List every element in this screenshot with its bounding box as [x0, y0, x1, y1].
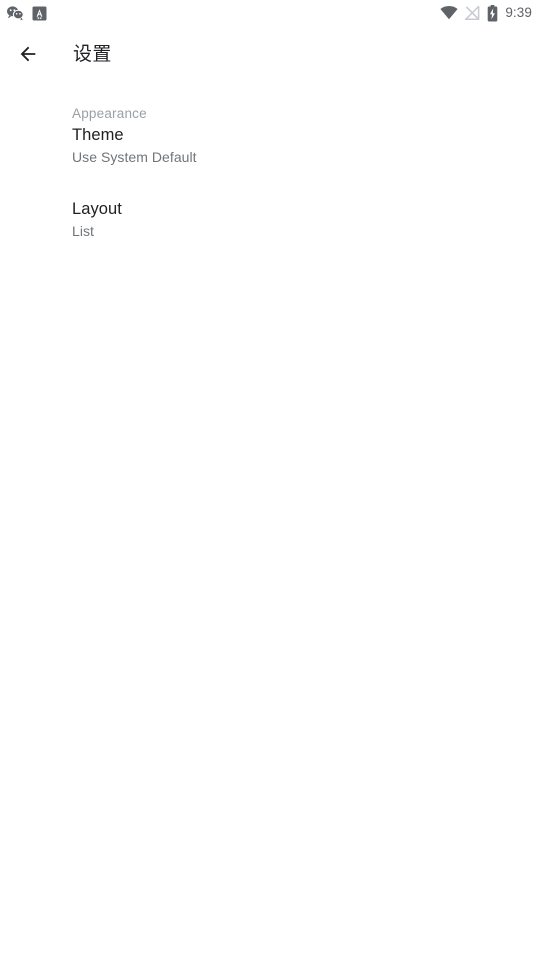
section-header-appearance: Appearance: [72, 106, 147, 121]
status-bar-system-icons: 9:39: [440, 0, 532, 26]
pref-item-theme[interactable]: Theme Use System Default: [0, 124, 540, 167]
app-bar: 设置: [0, 26, 540, 82]
wechat-bubbles-icon: [6, 5, 24, 21]
battery-charging-icon: [487, 4, 498, 22]
app-letter-a-icon: [32, 6, 47, 21]
settings-list: Appearance Theme Use System Default Layo…: [0, 82, 540, 241]
status-bar-clock: 9:39: [505, 5, 532, 20]
pref-summary-layout: List: [72, 223, 94, 239]
status-bar-notifications: [6, 5, 47, 21]
status-bar: 9:39: [0, 0, 540, 26]
arrow-back-icon: [17, 43, 39, 65]
wifi-icon: [440, 6, 458, 20]
pref-title-theme: Theme: [72, 126, 124, 144]
page-title: 设置: [73, 42, 112, 65]
settings-section-appearance: Appearance Theme Use System Default Layo…: [0, 104, 540, 241]
pref-spacer: [0, 167, 540, 198]
pref-summary-theme: Use System Default: [72, 149, 197, 165]
back-button[interactable]: [10, 36, 46, 72]
no-signal-icon: [465, 6, 480, 20]
pref-title-layout: Layout: [72, 200, 122, 218]
pref-item-layout[interactable]: Layout List: [0, 198, 540, 241]
